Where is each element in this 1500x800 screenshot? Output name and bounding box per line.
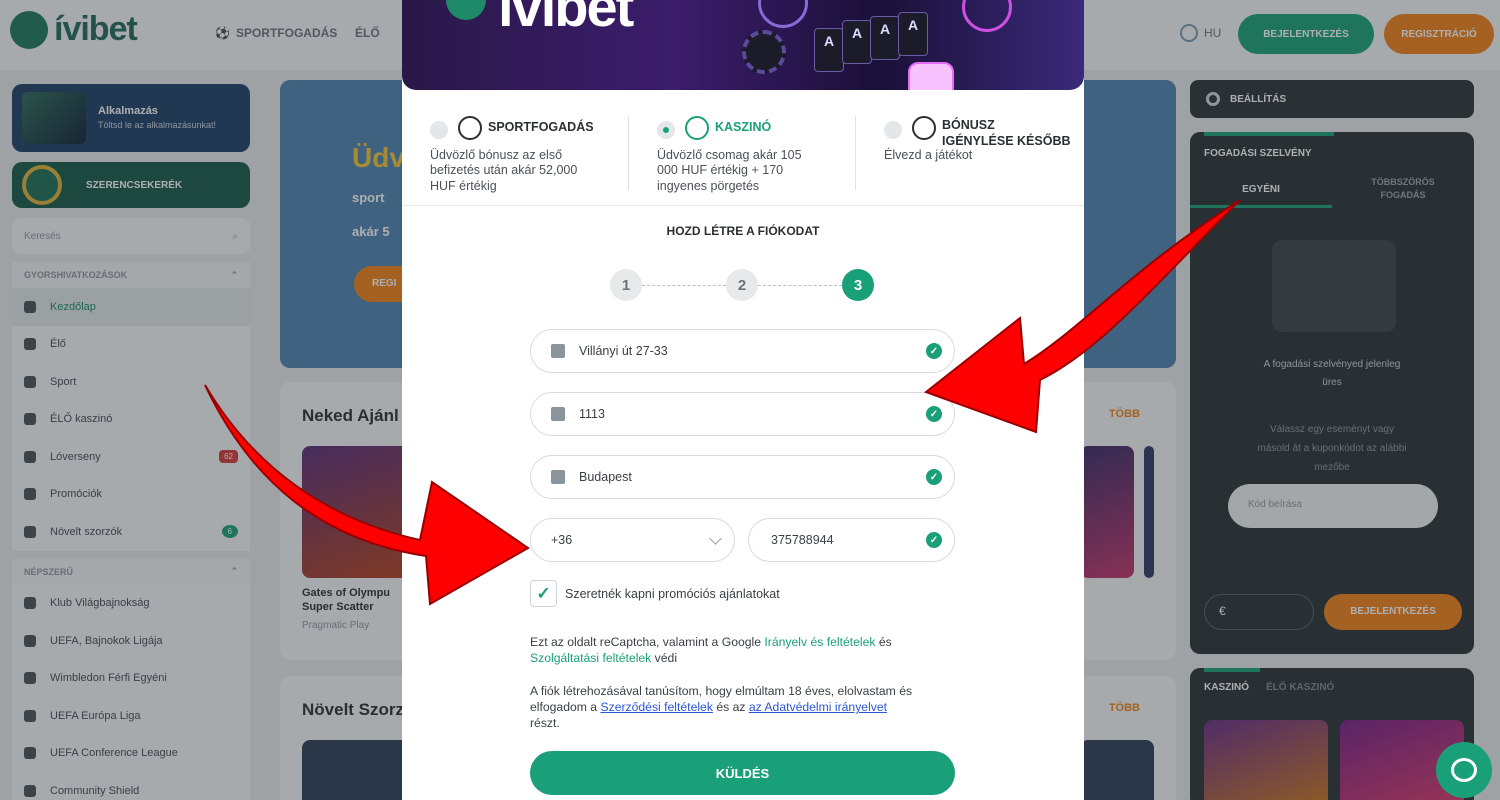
neon-ring-icon — [758, 0, 808, 28]
hero-logo-text: ívibet — [498, 0, 634, 38]
playing-card-icon: A — [898, 12, 928, 56]
zip-value: 1113 — [579, 407, 605, 421]
playing-card-icon: A — [870, 16, 900, 60]
valid-check-icon: ✓ — [926, 532, 942, 548]
bonus-title: KASZINÓ — [715, 120, 772, 134]
bonus-description: Üdvözlő csomag akár 105 000 HUF értékig +… — [657, 148, 802, 193]
chat-bubble-icon — [1451, 758, 1477, 782]
step-connector — [642, 285, 726, 286]
phone-prefix-value: +36 — [551, 533, 573, 547]
zip-field[interactable]: 1113 ✓ — [530, 392, 955, 436]
step-indicator: 1 2 3 — [610, 269, 874, 301]
step-2: 2 — [726, 269, 758, 301]
phone-value: 375788944 — [771, 533, 834, 547]
valid-check-icon: ✓ — [926, 406, 942, 422]
bonus-options: SPORTFOGADÁS Üdvözlő bónusz az első befiz… — [402, 90, 1084, 206]
terms-link[interactable]: Szerződési feltételek — [600, 700, 712, 714]
form-title: HOZD LÉTRE A FIÓKODAT — [666, 224, 820, 238]
address-field[interactable]: Villányi út 27-33 ✓ — [530, 329, 955, 373]
chat-button[interactable] — [1436, 742, 1492, 798]
terms-notice: A fiók létrehozásával tanúsítom, hogy el… — [530, 684, 913, 731]
terms-of-service-link[interactable]: Szolgáltatási feltételek — [530, 651, 651, 665]
city-field[interactable]: Budapest ✓ — [530, 455, 955, 499]
soccer-ball-icon — [458, 116, 482, 140]
city-value: Budapest — [579, 470, 632, 484]
phone-field[interactable]: 375788944 ✓ — [748, 518, 955, 562]
playing-card-icon: A — [814, 28, 844, 72]
building-icon — [551, 470, 565, 484]
valid-check-icon: ✓ — [926, 469, 942, 485]
map-pin-icon — [551, 344, 565, 358]
mailbox-icon — [551, 407, 565, 421]
step-connector — [758, 285, 842, 286]
radio-selected[interactable] — [657, 121, 675, 139]
heart-icon — [908, 62, 954, 90]
promo-label: Szeretnék kapni promóciós ajánlatokat — [565, 586, 780, 601]
radio-unselected[interactable] — [430, 121, 448, 139]
bonus-description: Élvezd a játékot — [884, 148, 973, 162]
divider — [628, 116, 629, 190]
playing-card-icon: A — [842, 20, 872, 64]
policy-link[interactable]: Irányelv és feltételek — [764, 635, 875, 649]
bonus-title: BÓNUSZ IGÉNYLÉSE KÉSŐBB — [942, 118, 1071, 148]
promo-checkbox[interactable]: ✓ — [530, 580, 557, 607]
divider — [855, 116, 856, 190]
neon-ring-icon — [962, 0, 1012, 32]
bonus-description: Üdvözlő bónusz az első befizetés után aká… — [430, 148, 578, 193]
ferris-wheel-icon — [685, 116, 709, 140]
address-value: Villányi út 27-33 — [579, 344, 668, 358]
submit-button[interactable]: KÜLDÉS — [530, 751, 955, 795]
step-1: 1 — [610, 269, 642, 301]
phone-prefix-select[interactable]: +36 — [530, 518, 735, 562]
promo-checkbox-row[interactable]: ✓ Szeretnék kapni promóciós ajánlatokat — [530, 580, 780, 607]
chevron-down-icon — [709, 532, 722, 545]
prohibited-icon — [912, 116, 936, 140]
modal-hero-banner: ívibet A A A A — [402, 0, 1084, 90]
valid-check-icon: ✓ — [926, 343, 942, 359]
logo-mark-icon — [446, 0, 486, 20]
step-3: 3 — [842, 269, 874, 301]
registration-modal: ívibet A A A A SPORTFOGADÁS Üdvözlő bónu… — [402, 0, 1084, 800]
bonus-title: SPORTFOGADÁS — [488, 120, 594, 134]
casino-chip-icon — [742, 30, 786, 74]
recaptcha-notice: Ezt az oldalt reCaptcha, valamint a Goog… — [530, 635, 892, 666]
radio-unselected[interactable] — [884, 121, 902, 139]
privacy-policy-link[interactable]: az Adatvédelmi irányelvet — [749, 700, 887, 714]
